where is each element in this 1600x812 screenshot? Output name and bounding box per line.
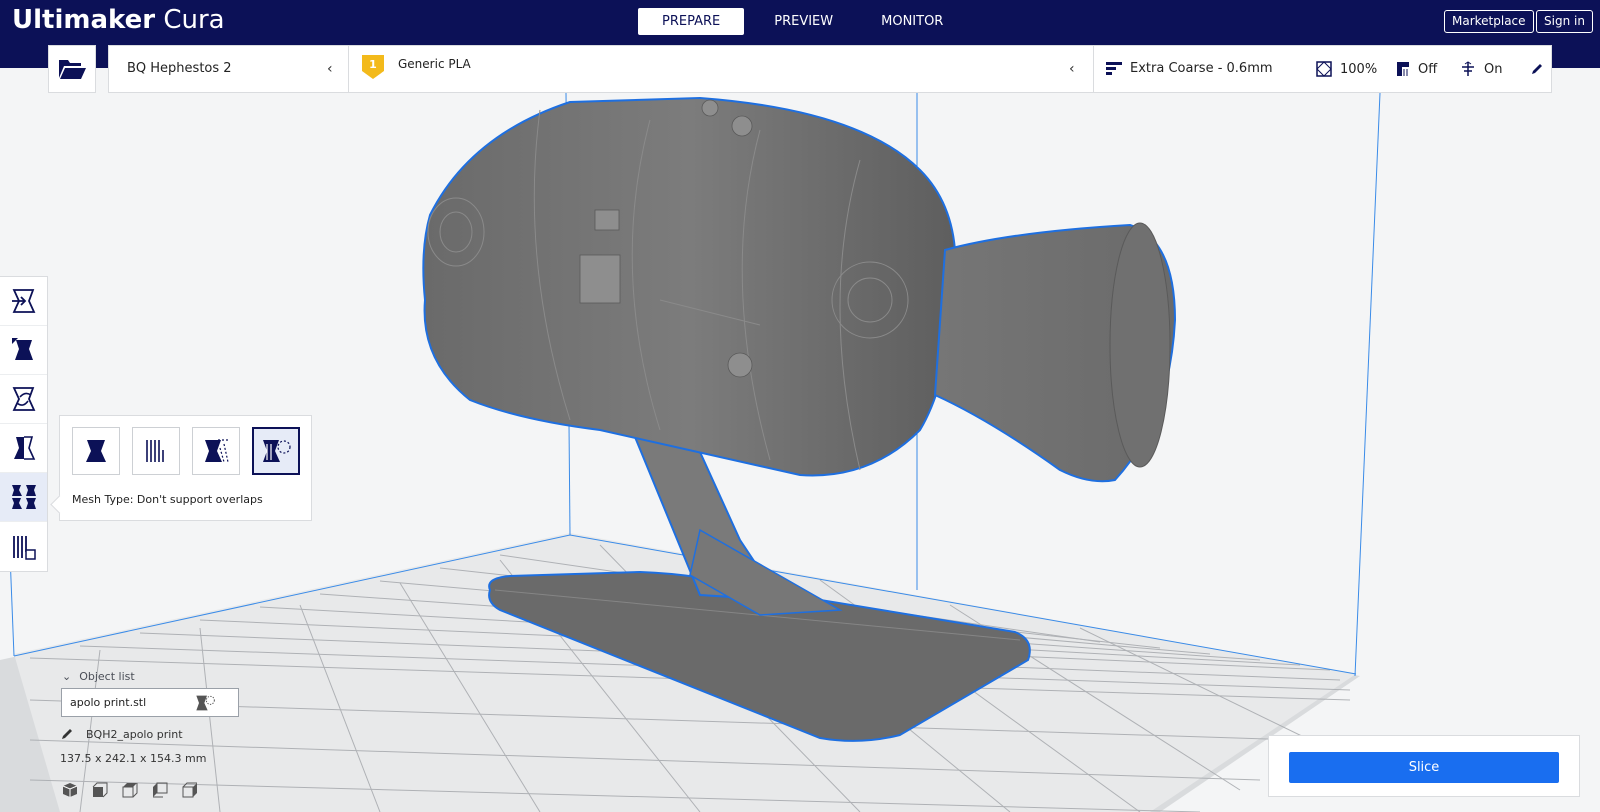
slice-button[interactable]: Slice bbox=[1289, 752, 1559, 783]
rotate-tool-icon bbox=[12, 387, 35, 411]
mesh-type-normal-button[interactable] bbox=[72, 427, 120, 475]
infill-setting: 100% bbox=[1316, 61, 1377, 77]
configuration-bar: BQ Hephestos 2 ‹ 1 Generic PLA ‹ Extra C… bbox=[108, 45, 1552, 93]
action-panel: Slice bbox=[1268, 735, 1580, 797]
profile-label: Extra Coarse - 0.6mm bbox=[1130, 61, 1273, 76]
support-setting: Off bbox=[1394, 61, 1437, 77]
mirror-tool-button[interactable] bbox=[0, 424, 47, 473]
normal-model-icon bbox=[86, 440, 106, 462]
adhesion-setting: On bbox=[1460, 61, 1502, 77]
tab-monitor[interactable]: MONITOR bbox=[857, 8, 967, 35]
folder-icon bbox=[59, 60, 86, 79]
mesh-type-buttons bbox=[72, 427, 300, 475]
object-list-item[interactable]: apolo print.stl bbox=[61, 688, 239, 717]
extruder-badge-icon: 1 bbox=[362, 55, 384, 79]
tab-preview[interactable]: PREVIEW bbox=[750, 8, 857, 35]
infill-icon bbox=[1316, 61, 1332, 77]
tool-bar bbox=[0, 276, 48, 572]
rotate-tool-button[interactable] bbox=[0, 375, 47, 424]
view-top-icon[interactable] bbox=[122, 782, 138, 798]
app-logo: Ultimaker Cura bbox=[12, 5, 225, 35]
move-tool-icon bbox=[11, 289, 35, 313]
pencil-icon[interactable] bbox=[1530, 62, 1544, 76]
extruder-number: 1 bbox=[369, 58, 377, 71]
infill-value: 100% bbox=[1340, 61, 1378, 77]
move-tool-button[interactable] bbox=[0, 277, 47, 326]
marketplace-button[interactable]: Marketplace bbox=[1444, 10, 1534, 33]
per-model-settings-icon bbox=[11, 485, 36, 509]
view-left-icon[interactable] bbox=[152, 782, 168, 798]
object-file-name: apolo print.stl bbox=[70, 696, 147, 709]
scale-tool-button[interactable] bbox=[0, 326, 47, 375]
job-name-label: BQH2_apolo print bbox=[86, 727, 183, 741]
print-settings-selector[interactable]: Extra Coarse - 0.6mm 100% Off On bbox=[1094, 46, 1551, 92]
sign-in-button[interactable]: Sign in bbox=[1536, 10, 1593, 33]
stage-tabs: PREPARE PREVIEW MONITOR bbox=[638, 8, 967, 35]
scale-tool-icon bbox=[11, 338, 33, 360]
printer-selector[interactable]: BQ Hephestos 2 ‹ bbox=[109, 46, 349, 92]
job-name[interactable]: BQH2_apolo print bbox=[60, 727, 183, 741]
support-icon bbox=[1397, 62, 1409, 76]
material-selector[interactable]: 1 Generic PLA ‹ bbox=[349, 46, 1094, 92]
layers-icon bbox=[1106, 61, 1122, 75]
material-name: Generic PLA bbox=[398, 57, 471, 71]
printer-name: BQ Hephestos 2 bbox=[127, 61, 232, 76]
profile-setting: Extra Coarse - 0.6mm bbox=[1106, 61, 1273, 76]
support-value: Off bbox=[1418, 61, 1438, 77]
open-file-button[interactable] bbox=[48, 45, 96, 93]
support-blocker-button[interactable] bbox=[0, 522, 47, 571]
tab-prepare[interactable]: PREPARE bbox=[638, 8, 745, 35]
object-list-label: Object list bbox=[79, 670, 135, 683]
support-blocker-icon bbox=[12, 535, 36, 560]
view-orientation-buttons bbox=[62, 782, 198, 798]
chevron-down-icon: ⌄ bbox=[62, 670, 72, 683]
modify-overlaps-icon bbox=[205, 439, 229, 463]
chevron-left-icon: ‹ bbox=[327, 61, 333, 77]
mesh-type-support-button[interactable] bbox=[132, 427, 180, 475]
view-3d-icon[interactable] bbox=[62, 782, 78, 798]
mesh-type-label: Mesh Type: Don't support overlaps bbox=[72, 493, 263, 506]
dont-support-overlaps-icon bbox=[263, 440, 291, 462]
object-list-toggle[interactable]: ⌄ Object list bbox=[62, 670, 135, 683]
adhesion-value: On bbox=[1484, 61, 1503, 77]
mirror-tool-icon bbox=[13, 436, 35, 460]
chevron-left-icon: ‹ bbox=[1069, 61, 1075, 77]
model-dimensions: 137.5 x 242.1 x 154.3 mm bbox=[60, 752, 207, 765]
dont-support-overlaps-icon bbox=[196, 695, 215, 711]
mesh-type-dont-support-overlaps-button[interactable] bbox=[252, 427, 300, 475]
per-model-settings-panel: Mesh Type: Don't support overlaps bbox=[59, 415, 312, 521]
print-as-support-icon bbox=[146, 440, 164, 462]
view-front-icon[interactable] bbox=[92, 782, 108, 798]
adhesion-icon bbox=[1462, 61, 1474, 76]
per-model-settings-button[interactable] bbox=[0, 473, 47, 522]
pencil-icon[interactable] bbox=[60, 727, 74, 741]
mesh-type-modify-overlaps-button[interactable] bbox=[192, 427, 240, 475]
view-right-icon[interactable] bbox=[182, 782, 198, 798]
